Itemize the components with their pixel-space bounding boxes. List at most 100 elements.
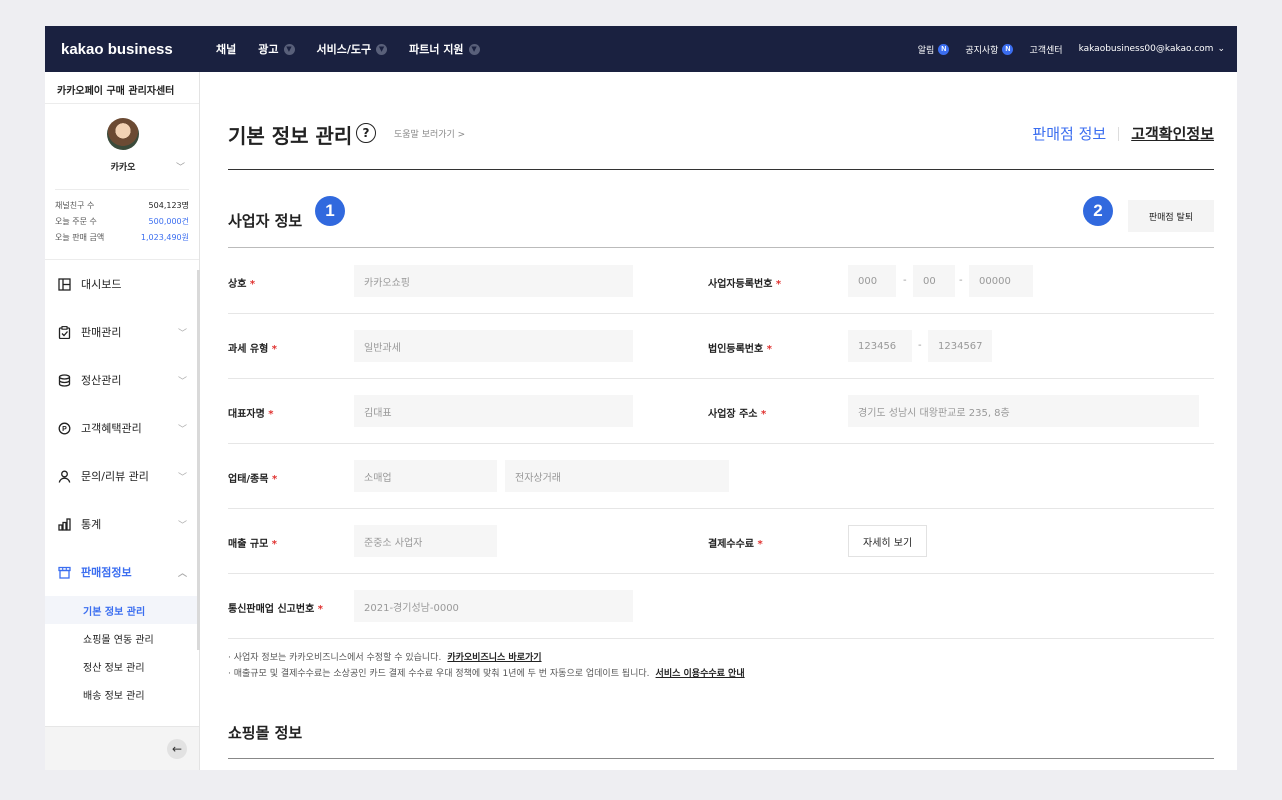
sidebar: 카카오페이 구매 관리자센터 카카오 ﹀ 채널친구 수 504,123명 오늘 주… [45, 72, 200, 770]
channel-stats: 채널친구 수 504,123명 오늘 주문 수 500,000건 오늘 판매 금액 1… [45, 190, 199, 260]
submenu-mall-integration[interactable]: 쇼핑몰 연동 관리 [45, 624, 199, 652]
new-badge: N [938, 43, 950, 55]
notices-link[interactable]: 공지사항 N [965, 43, 1014, 56]
dash-separator: - [903, 275, 907, 286]
stat-value[interactable]: 1,023,490원 [141, 232, 189, 243]
sidebar-center-title: 카카오페이 구매 관리자센터 [45, 72, 199, 104]
service-fee-link[interactable]: 서비스 이용수수료 안내 [656, 669, 745, 679]
help-question-icon[interactable]: ? [356, 123, 376, 143]
note-text: · 매출규모 및 결제수수료는 소상공인 카드 결제 수수료 우대 정책에 맞춰… [228, 669, 650, 679]
sidebar-item-label: 대시보드 [81, 278, 122, 291]
chevron-down-icon: ▼ [468, 43, 480, 55]
info-tabs: 판매점 정보 고객확인정보 [1032, 123, 1214, 144]
tab-customer-info[interactable]: 고객확인정보 [1131, 123, 1214, 144]
stat-row: 채널친구 수 504,123명 [55, 200, 189, 211]
help-link[interactable]: 도움말 보러가기 > [394, 127, 465, 140]
support-link[interactable]: 고객센터 [1029, 43, 1062, 56]
payment-fee-label: 결제수수료 * [708, 535, 763, 550]
profile-card[interactable]: 카카오 ﹀ [55, 104, 189, 190]
utility-nav: 알림 N 공지사항 N 고객센터 kakaobusiness00@kakao.com… [918, 43, 1225, 56]
tax-type-label: 과세 유형 * [228, 340, 277, 355]
submenu-settlement-info[interactable]: 정산 정보 관리 [45, 652, 199, 680]
brn-field-3: 00000 [969, 265, 1033, 297]
chevron-down-icon: ⌄ [1217, 44, 1225, 54]
chevron-down-icon: ▼ [283, 43, 295, 55]
chevron-down-icon: ﹀ [177, 376, 187, 387]
collapse-sidebar-arrow-icon[interactable]: ← [167, 739, 187, 759]
kakao-business-logo[interactable]: kakao business [61, 41, 216, 58]
sidebar-scrollbar[interactable] [197, 270, 200, 650]
clipboard-icon [57, 325, 71, 339]
company-name-label: 상호 * [228, 275, 255, 290]
tab-store-info[interactable]: 판매점 정보 [1032, 123, 1106, 144]
nav-ads[interactable]: 광고 ▼ [258, 41, 295, 57]
sidebar-item-dashboard[interactable]: 대시보드 [45, 260, 199, 308]
avatar [107, 118, 139, 150]
tab-divider [1118, 126, 1120, 141]
account-menu[interactable]: kakaobusiness00@kakao.com ⌄ [1079, 44, 1225, 54]
nav-channel[interactable]: 채널 [216, 41, 236, 57]
sidebar-item-label: 판매점정보 [81, 566, 132, 579]
mail-order-label: 통신판매업 신고번호 * [228, 600, 323, 615]
sidebar-item-store-info[interactable]: 판매점정보 ︿ [45, 548, 199, 596]
chevron-down-icon: ﹀ [177, 328, 187, 339]
sidebar-item-label: 판매관리 [81, 326, 122, 339]
main-content: 기본 정보 관리 ? 도움말 보러가기 > 판매점 정보 고객확인정보 사업자 … [228, 72, 1214, 770]
top-navigation-bar: kakao business 채널 광고 ▼ 서비스/도구 ▼ 파트너 지원 ▼ 알림… [45, 26, 1237, 72]
sidebar-item-sales[interactable]: 판매관리 ﹀ [45, 308, 199, 356]
nav-ads-label: 광고 [258, 43, 279, 56]
address-label: 사업장 주소 * [708, 405, 766, 420]
field-label-text: 대표자명 [228, 409, 265, 420]
required-mark: * [757, 539, 763, 550]
required-mark: * [249, 279, 256, 290]
chevron-down-icon[interactable]: ﹀ [176, 160, 185, 173]
view-details-button[interactable]: 자세히 보기 [848, 525, 928, 557]
field-label-text: 과세 유형 [228, 344, 269, 355]
stat-row: 오늘 판매 금액 1,023,490원 [55, 232, 189, 243]
brn-field-2: 00 [913, 265, 955, 297]
sidebar-item-inquiry-review[interactable]: 문의/리뷰 관리 ﹀ [45, 452, 199, 500]
store-icon [57, 565, 71, 579]
section-divider [228, 758, 1214, 759]
submenu-basic-info[interactable]: 기본 정보 관리 [45, 596, 199, 624]
annotation-marker-2: 2 [1083, 196, 1113, 226]
note-line: · 매출규모 및 결제수수료는 소상공인 카드 결제 수수료 우대 정책에 맞춰… [228, 666, 745, 682]
sidebar-item-statistics[interactable]: 통계 ﹀ [45, 500, 199, 548]
sidebar-item-benefits[interactable]: P 고객혜택관리 ﹀ [45, 404, 199, 452]
required-mark: * [760, 409, 767, 420]
stat-value[interactable]: 500,000건 [149, 216, 189, 227]
corp-number-field-1: 123456 [848, 330, 912, 362]
alerts-link[interactable]: 알림 N [918, 43, 950, 56]
nav-channel-label: 채널 [216, 43, 237, 56]
note-text: · 사업자 정보는 카카오비즈니스에서 수정할 수 있습니다. [228, 653, 442, 663]
kakao-business-link[interactable]: 카카오비즈니스 바로가기 [447, 653, 541, 663]
field-label-text: 사업장 주소 [708, 409, 758, 420]
nav-services-label: 서비스/도구 [316, 43, 372, 56]
note-line: · 사업자 정보는 카카오비즈니스에서 수정할 수 있습니다. 카카오비즈니스 바… [228, 650, 745, 666]
form-row: 과세 유형 * 일반과세 법인등록번호 * 123456 - 1234567 [228, 314, 1214, 379]
sidebar-menu: 대시보드 판매관리 ﹀ 정산관리 ﹀ P 고객혜택관리 ﹀ 문의/리뷰 관리 ﹀ [45, 260, 199, 708]
nav-services-tools[interactable]: 서비스/도구 ▼ [317, 41, 388, 57]
sidebar-item-label: 고객혜택관리 [81, 422, 142, 435]
field-label-text: 결제수수료 [708, 539, 754, 550]
required-mark: * [775, 279, 782, 290]
form-row: 매출 규모 * 준중소 사업자 결제수수료 * 자세히 보기 [228, 509, 1214, 574]
section-title-mall: 쇼핑몰 정보 [228, 724, 303, 742]
database-icon [57, 373, 71, 387]
field-label-text: 법인등록번호 [708, 344, 764, 355]
chevron-up-icon: ︿ [177, 568, 187, 579]
submenu-delivery-info[interactable]: 배송 정보 관리 [45, 680, 199, 708]
nav-partner-support[interactable]: 파트너 지원 ▼ [409, 41, 480, 57]
page-title: 기본 정보 관리 [228, 124, 353, 148]
app-window: kakao business 채널 광고 ▼ 서비스/도구 ▼ 파트너 지원 ▼ 알림… [45, 26, 1237, 770]
required-mark: * [271, 474, 278, 485]
business-type-label: 업태/종목 * [228, 470, 277, 485]
chevron-down-icon: ▼ [376, 43, 388, 55]
sidebar-item-settlement[interactable]: 정산관리 ﹀ [45, 356, 199, 404]
bar-chart-icon [57, 517, 71, 531]
withdraw-store-button[interactable]: 판매점 탈퇴 [1128, 200, 1214, 232]
stat-value: 504,123명 [148, 201, 189, 210]
stat-row: 오늘 주문 수 500,000건 [55, 216, 189, 227]
stat-label: 오늘 판매 금액 [55, 233, 105, 242]
sales-scale-label: 매출 규모 * [228, 535, 277, 550]
